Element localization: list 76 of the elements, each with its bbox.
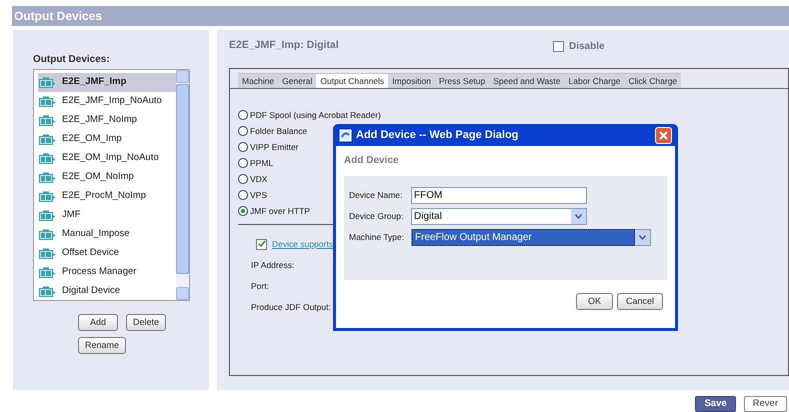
radio-label: VDX xyxy=(250,172,268,186)
device-list-item[interactable]: E2E_OM_NoImp xyxy=(38,168,176,187)
dropdown-caret-icon xyxy=(575,214,582,219)
footer-button[interactable]: Save xyxy=(695,396,736,412)
select-field[interactable]: FreeFlow Output Manager xyxy=(411,229,651,246)
device-icon xyxy=(39,191,56,202)
device-list-item[interactable]: E2E_ProcM_NoImp xyxy=(38,187,176,206)
scrollbar[interactable] xyxy=(176,70,189,300)
form-label: Machine Type: xyxy=(349,231,406,244)
list-action-button[interactable]: Add xyxy=(78,314,118,331)
device-name-input[interactable]: FFOM xyxy=(411,187,587,204)
device-icon xyxy=(39,77,56,88)
support-checkbox[interactable] xyxy=(256,238,267,250)
device-list-item[interactable]: Digital Device xyxy=(38,282,176,301)
device-list-item[interactable]: Offset Device xyxy=(38,244,176,263)
settings-tab[interactable]: Output Channels xyxy=(316,74,388,88)
device-icon xyxy=(39,267,56,278)
device-title: E2E_JMF_Imp: Digital xyxy=(229,38,340,54)
window-icon xyxy=(339,128,352,142)
page-header: Output Devices xyxy=(12,6,789,26)
radio-button[interactable] xyxy=(238,206,248,216)
device-icon xyxy=(39,286,56,297)
device-list-item[interactable]: E2E_OM_Imp xyxy=(38,130,176,149)
dialog-heading: Add Device xyxy=(344,154,400,168)
settings-tab[interactable]: Machine xyxy=(238,74,278,88)
close-button[interactable] xyxy=(655,126,672,144)
device-list-item[interactable]: E2E_JMF_Imp xyxy=(38,73,176,92)
device-icon xyxy=(39,115,56,126)
radio-button[interactable] xyxy=(238,190,248,200)
radio-button[interactable] xyxy=(238,126,248,136)
disable-label: Disable xyxy=(569,40,605,54)
list-label: Output Devices: xyxy=(33,53,111,67)
form-label: Device Name: xyxy=(349,189,404,202)
settings-tab[interactable]: General xyxy=(278,74,316,88)
radio-label: JMF over HTTP xyxy=(250,204,310,218)
close-icon xyxy=(659,130,668,140)
device-list-item[interactable]: Process Manager xyxy=(38,263,176,282)
dialog-button[interactable]: OK xyxy=(576,293,613,310)
device-list-item[interactable]: E2E_JMF_NoImp xyxy=(38,111,176,130)
dropdown-caret-icon xyxy=(639,235,646,240)
dialog-title: Add Device -- Web Page Dialog xyxy=(356,128,520,143)
device-icon xyxy=(39,153,56,164)
device-list-item[interactable]: JMF xyxy=(38,206,176,225)
field-label: Port: xyxy=(251,280,269,292)
settings-tab[interactable]: Imposition xyxy=(388,74,435,88)
radio-button[interactable] xyxy=(238,110,248,120)
device-icon xyxy=(39,229,56,240)
device-list-item[interactable]: E2E_JMF_Imp_NoAuto xyxy=(38,92,176,111)
settings-tab[interactable]: Press Setup xyxy=(434,74,490,88)
device-list-item[interactable]: E2E_OM_Imp_NoAuto xyxy=(38,149,176,168)
list-action-button[interactable]: Delete xyxy=(126,314,166,331)
radio-label: PDF Spool (using Acrobat Reader) xyxy=(250,108,381,122)
device-list-item[interactable]: Manual_Impose xyxy=(38,225,176,244)
radio-label: PPML xyxy=(250,156,274,170)
settings-tab[interactable]: Speed and Waste xyxy=(489,74,565,88)
radio-button[interactable] xyxy=(238,142,248,152)
settings-tab[interactable]: Click Charge xyxy=(624,74,682,88)
radio-button[interactable] xyxy=(238,174,248,184)
form-label: Device Group: xyxy=(349,210,404,223)
settings-tab[interactable]: Labor Charge xyxy=(564,74,624,88)
field-label: IP Address: xyxy=(251,258,294,271)
footer-button[interactable]: Rever xyxy=(744,396,787,412)
device-icon xyxy=(39,210,56,221)
radio-label: VPS xyxy=(250,188,268,202)
dialog-button[interactable]: Cancel xyxy=(616,293,663,310)
radio-label: Folder Balance xyxy=(250,124,308,138)
disable-checkbox[interactable] xyxy=(553,40,564,52)
list-action-button[interactable]: Rename xyxy=(78,337,126,354)
select-field[interactable]: Digital xyxy=(411,208,587,225)
radio-button[interactable] xyxy=(238,158,248,168)
field-label: Produce JDF Output: xyxy=(251,300,331,313)
device-icon xyxy=(39,172,56,183)
device-icon xyxy=(39,96,56,107)
radio-label: VIPP Emitter xyxy=(250,140,298,154)
device-icon xyxy=(39,134,56,145)
device-icon xyxy=(39,248,56,259)
